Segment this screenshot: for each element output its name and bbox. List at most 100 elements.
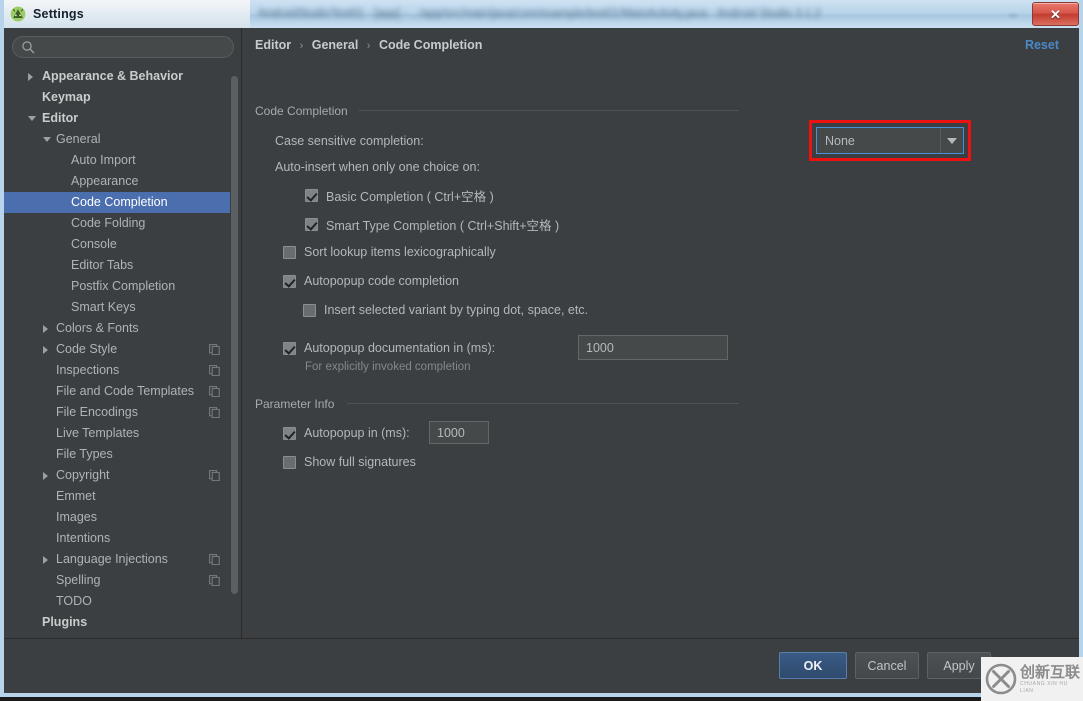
checkbox-smart-type-completion-box[interactable] bbox=[305, 218, 318, 231]
sidebar-item-label: Inspections bbox=[56, 363, 120, 377]
settings-sidebar: Appearance & Behavior Keymap Editor General… bbox=[4, 28, 242, 638]
sidebar-item-label: Emmet bbox=[56, 489, 96, 503]
checkbox-autopopup-code-completion[interactable]: Autopopup code completion bbox=[283, 274, 459, 288]
sidebar-scrollbar[interactable] bbox=[230, 66, 239, 632]
sidebar-item-code-style[interactable]: Code Style bbox=[4, 339, 230, 360]
checkbox-basic-completion-box[interactable] bbox=[305, 189, 318, 202]
sidebar-item-label: TODO bbox=[56, 594, 92, 608]
sidebar-item-label: Keymap bbox=[42, 90, 91, 104]
sidebar-item-postfix-completion[interactable]: Postfix Completion bbox=[4, 276, 230, 297]
search-input[interactable] bbox=[12, 36, 234, 58]
sidebar-item-inspections[interactable]: Inspections bbox=[4, 360, 230, 381]
chevron-down-icon[interactable] bbox=[28, 116, 36, 121]
section-rule-parameter-info bbox=[347, 403, 739, 404]
chevron-right-icon[interactable] bbox=[28, 73, 33, 81]
chevron-right-icon[interactable] bbox=[43, 325, 48, 333]
breadcrumb-separator-icon: › bbox=[299, 40, 304, 52]
case-sensitive-completion-dropdown[interactable]: None bbox=[816, 127, 964, 154]
sidebar-item-keymap[interactable]: Keymap bbox=[4, 87, 230, 108]
checkbox-insert-selected-variant-box[interactable] bbox=[303, 303, 316, 317]
sidebar-item-console[interactable]: Console bbox=[4, 234, 230, 255]
sidebar-item-editor-tabs[interactable]: Editor Tabs bbox=[4, 255, 230, 276]
checkbox-insert-selected-variant-label: Insert selected variant by typing dot, s… bbox=[324, 303, 589, 317]
sidebar-item-label: Spelling bbox=[56, 573, 101, 587]
sidebar-item-label: File Types bbox=[56, 447, 113, 461]
sidebar-item-copyright[interactable]: Copyright bbox=[4, 465, 230, 486]
sidebar-item-editor[interactable]: Editor bbox=[4, 108, 230, 129]
settings-tree: Appearance & Behavior Keymap Editor General… bbox=[4, 66, 230, 634]
checkbox-basic-completion[interactable]: Basic Completion ( Ctrl+空格 ) bbox=[305, 186, 494, 205]
checkbox-autopopup-code-completion-box[interactable] bbox=[283, 274, 296, 288]
autopopup-documentation-delay-input[interactable] bbox=[578, 335, 728, 360]
checkbox-parameter-info-autopopup-box[interactable] bbox=[283, 426, 296, 440]
checkbox-sort-lookup-items-label: Sort lookup items lexicographically bbox=[304, 245, 496, 259]
section-title-parameter-info: Parameter Info bbox=[255, 397, 335, 411]
checkbox-smart-type-completion[interactable]: Smart Type Completion ( Ctrl+Shift+空格 ) bbox=[305, 215, 559, 234]
sidebar-item-label: Plugins bbox=[42, 615, 88, 629]
section-title-code-completion: Code Completion bbox=[255, 104, 348, 118]
sidebar-item-colors-fonts[interactable]: Colors & Fonts bbox=[4, 318, 230, 339]
chevron-right-icon[interactable] bbox=[43, 472, 48, 480]
chevron-down-icon[interactable] bbox=[43, 137, 51, 142]
checkbox-parameter-info-autopopup[interactable]: Autopopup in (ms): bbox=[283, 426, 410, 440]
sidebar-item-label: Code Completion bbox=[71, 195, 168, 209]
android-studio-icon bbox=[10, 6, 26, 22]
sidebar-item-file-encodings[interactable]: File Encodings bbox=[4, 402, 230, 423]
sidebar-scrollbar-thumb[interactable] bbox=[231, 76, 238, 594]
checkbox-sort-lookup-items[interactable]: Sort lookup items lexicographically bbox=[283, 245, 496, 259]
copy-sheet-icon bbox=[209, 470, 220, 481]
sidebar-item-general[interactable]: General bbox=[4, 129, 230, 150]
copy-sheet-icon bbox=[209, 365, 220, 376]
checkbox-autopopup-documentation-label: Autopopup documentation in (ms): bbox=[304, 341, 496, 355]
checkbox-show-full-signatures-label: Show full signatures bbox=[304, 455, 416, 469]
checkbox-insert-selected-variant[interactable]: Insert selected variant by typing dot, s… bbox=[303, 303, 588, 317]
sidebar-item-images[interactable]: Images bbox=[4, 507, 230, 528]
sidebar-item-label: Code Folding bbox=[71, 216, 146, 230]
checkbox-show-full-signatures-box[interactable] bbox=[283, 455, 296, 469]
settings-content-panel: Editor › General › Code Completion Reset… bbox=[243, 28, 1079, 638]
sidebar-item-intentions[interactable]: Intentions bbox=[4, 528, 230, 549]
ok-button[interactable]: OK bbox=[779, 652, 847, 679]
breadcrumb-part-editor[interactable]: Editor bbox=[255, 38, 291, 52]
sidebar-item-plugins[interactable]: Plugins bbox=[4, 612, 230, 633]
copy-sheet-icon bbox=[209, 575, 220, 586]
sidebar-item-file-types[interactable]: File Types bbox=[4, 444, 230, 465]
reset-link[interactable]: Reset bbox=[1025, 38, 1059, 52]
chevron-right-icon[interactable] bbox=[43, 556, 48, 564]
sidebar-item-label: Smart Keys bbox=[71, 300, 136, 314]
parameter-info-delay-input[interactable] bbox=[429, 421, 489, 444]
sidebar-item-code-completion[interactable]: Code Completion bbox=[4, 192, 230, 213]
sidebar-item-label: Editor bbox=[42, 111, 79, 125]
sidebar-item-spelling[interactable]: Spelling bbox=[4, 570, 230, 591]
sidebar-item-emmet[interactable]: Emmet bbox=[4, 486, 230, 507]
sidebar-item-live-templates[interactable]: Live Templates bbox=[4, 423, 230, 444]
sidebar-item-label: Language Injections bbox=[56, 552, 168, 566]
sidebar-item-smart-keys[interactable]: Smart Keys bbox=[4, 297, 230, 318]
sidebar-item-label: Appearance & Behavior bbox=[42, 69, 184, 83]
breadcrumb-separator-icon: › bbox=[366, 40, 371, 52]
autopopup-documentation-hint: For explicitly invoked completion bbox=[305, 361, 471, 373]
chevron-right-icon[interactable] bbox=[43, 346, 48, 354]
sidebar-item-code-folding[interactable]: Code Folding bbox=[4, 213, 230, 234]
checkbox-autopopup-documentation[interactable]: Autopopup documentation in (ms): bbox=[283, 341, 495, 355]
checkbox-sort-lookup-items-box[interactable] bbox=[283, 245, 296, 259]
sidebar-item-language-injections[interactable]: Language Injections bbox=[4, 549, 230, 570]
sidebar-item-auto-import[interactable]: Auto Import bbox=[4, 150, 230, 171]
cancel-button[interactable]: Cancel bbox=[855, 652, 919, 679]
search-container bbox=[12, 36, 234, 58]
checkbox-autopopup-documentation-box[interactable] bbox=[283, 341, 296, 355]
sidebar-item-appearance[interactable]: Appearance bbox=[4, 171, 230, 192]
sidebar-item-label: Code Style bbox=[56, 342, 118, 356]
sidebar-item-label: File and Code Templates bbox=[56, 384, 195, 398]
breadcrumb: Editor › General › Code Completion bbox=[255, 38, 482, 52]
sidebar-item-label: File Encodings bbox=[56, 405, 138, 419]
checkbox-show-full-signatures[interactable]: Show full signatures bbox=[283, 455, 416, 469]
sidebar-item-todo[interactable]: TODO bbox=[4, 591, 230, 612]
checkbox-parameter-info-autopopup-label: Autopopup in (ms): bbox=[304, 426, 410, 440]
watermark: 创新互联 CHUANG XIN HU LIAN bbox=[981, 657, 1083, 701]
sidebar-item-file-and-code-templates[interactable]: File and Code Templates bbox=[4, 381, 230, 402]
copy-sheet-icon bbox=[209, 344, 220, 355]
chevron-down-icon[interactable] bbox=[940, 128, 963, 153]
breadcrumb-part-general[interactable]: General bbox=[312, 38, 359, 52]
sidebar-item-appearance-behavior[interactable]: Appearance & Behavior bbox=[4, 66, 230, 87]
